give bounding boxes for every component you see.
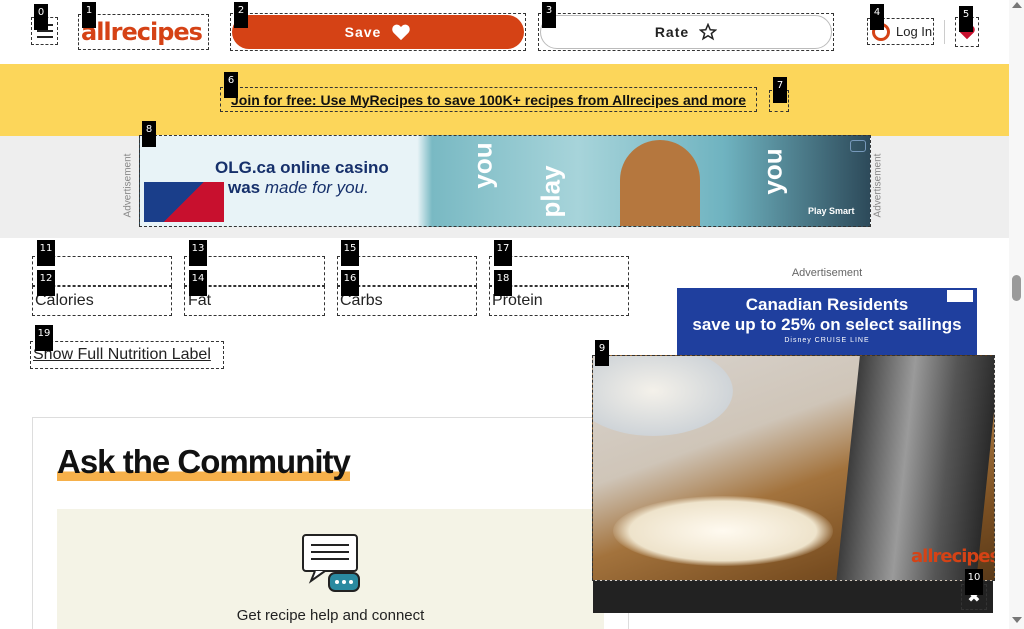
recipe-video-player[interactable]: allrecipes (592, 355, 995, 581)
ad-headline: OLG.ca online casino (215, 158, 389, 177)
marker-label: 8 (142, 121, 156, 147)
marker-label: 10 (965, 569, 983, 595)
cruise-ad[interactable]: Canadian Residents save up to 25% on sel… (677, 288, 977, 356)
marker-label: 13 (189, 240, 207, 266)
scroll-up-arrow-icon[interactable] (1012, 2, 1022, 8)
right-ad-label: Advertisement (791, 267, 863, 279)
marker-label: 16 (341, 270, 359, 296)
ad-side-label-left: Advertisement (122, 153, 134, 218)
page-scrollbar[interactable] (1009, 0, 1024, 629)
community-text: Get recipe help and connect (236, 607, 425, 624)
signup-banner-link[interactable]: Join for free: Use MyRecipes to save 100… (220, 87, 757, 112)
site-header: allrecipes Save Rate Log In (0, 0, 1009, 64)
marker-label: 5 (959, 6, 973, 32)
video-bowl (593, 356, 733, 436)
marker-label: 7 (773, 77, 787, 103)
marker-label: 18 (494, 270, 512, 296)
save-button-label: Save (344, 24, 382, 40)
ad-subheadline: was made for you. (228, 178, 369, 197)
scrollbar-thumb[interactable] (1012, 275, 1021, 301)
save-button[interactable]: Save (230, 13, 526, 51)
marker-label: 9 (595, 340, 609, 366)
header-divider (944, 20, 945, 44)
logo-text: allrecipes (81, 18, 203, 46)
marker-label: 11 (37, 240, 55, 266)
scroll-down-arrow-icon[interactable] (1012, 617, 1022, 623)
marker-label: 3 (542, 2, 556, 28)
marker-label: 19 (35, 325, 53, 351)
show-full-nutrition-link[interactable]: Show Full Nutrition Label (30, 341, 224, 369)
video-cheese (613, 496, 833, 566)
rate-button[interactable]: Rate (538, 13, 834, 51)
allrecipes-logo[interactable]: allrecipes (78, 14, 209, 50)
marker-label: 1 (82, 2, 96, 28)
marker-label: 2 (234, 2, 248, 28)
marker-label: 4 (870, 4, 884, 30)
community-title: Ask the Community (57, 443, 351, 481)
marker-label: 17 (494, 240, 512, 266)
ad-word: you (467, 142, 498, 189)
marker-label: 6 (224, 72, 238, 98)
adchoices-icon[interactable] (947, 290, 973, 302)
marker-label: 0 (34, 4, 48, 30)
heart-icon (392, 24, 411, 41)
chat-bubble-icon (302, 534, 360, 592)
page: allrecipes Save Rate Log In Join for fre… (0, 0, 1024, 629)
marker-label: 14 (189, 270, 207, 296)
star-icon (699, 23, 718, 41)
olg-logo (144, 182, 224, 222)
adchoices-icon[interactable] (850, 140, 866, 152)
cruise-ad-line2: save up to 25% on select sailings (692, 315, 962, 334)
ad-photo (620, 140, 700, 226)
video-control-bar (593, 581, 993, 613)
ad-word: you (757, 148, 788, 195)
video-watermark: allrecipes (911, 546, 995, 567)
ad-side-label-right: Advertisement (872, 153, 884, 218)
cruise-ad-line1: Canadian Residents (745, 295, 909, 314)
ad-footer: Play Smart (808, 206, 855, 216)
cruise-ad-brand: Disney CRUISE LINE (784, 337, 870, 344)
ad-word: play (535, 165, 566, 218)
marker-label: 15 (341, 240, 359, 266)
casino-ad-banner[interactable]: OLG.ca online casino was made for you. y… (139, 135, 871, 227)
rate-button-label: Rate (654, 24, 690, 40)
marker-label: 12 (37, 270, 55, 296)
login-label: Log In (896, 24, 933, 39)
